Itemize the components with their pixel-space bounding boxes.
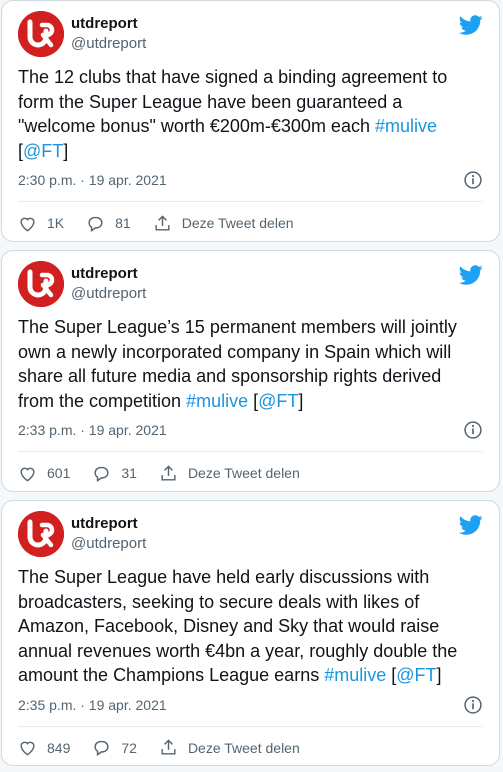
tweet-meta: 2:30 p.m. · 19 apr. 2021 bbox=[18, 169, 483, 191]
tweet-card[interactable]: utdreport @utdreport The Super League ha… bbox=[1, 500, 500, 766]
reply-count: 31 bbox=[121, 465, 137, 481]
heart-icon bbox=[20, 217, 35, 231]
reply-button[interactable]: 31 bbox=[92, 464, 137, 483]
avatar[interactable] bbox=[18, 511, 64, 557]
share-label: Deze Tweet delen bbox=[181, 215, 294, 231]
reply-icon bbox=[94, 740, 109, 756]
share-button[interactable]: Deze Tweet delen bbox=[153, 214, 294, 233]
avatar[interactable] bbox=[18, 261, 64, 307]
tweet-actions: 601 31 Deze Tweet delen bbox=[18, 462, 483, 484]
reply-button[interactable]: 81 bbox=[86, 214, 131, 233]
author-handle[interactable]: @utdreport bbox=[71, 534, 146, 554]
share-label: Deze Tweet delen bbox=[187, 739, 300, 756]
like-count: 601 bbox=[47, 465, 71, 481]
bracket-close: ] bbox=[63, 140, 69, 161]
bracket-open: [ bbox=[386, 665, 397, 685]
divider bbox=[18, 725, 483, 727]
hashtag-link[interactable]: #mulive bbox=[186, 391, 248, 411]
like-count: 849 bbox=[47, 739, 71, 756]
twitter-bird-icon[interactable] bbox=[459, 13, 483, 37]
mention-link[interactable]: @FT bbox=[23, 141, 63, 161]
hashtag-link[interactable]: #mulive bbox=[324, 665, 386, 685]
like-count: 1K bbox=[47, 215, 65, 231]
tweet-actions: 1K 81 Deze Tweet delen bbox=[18, 212, 483, 234]
twitter-bird-icon[interactable] bbox=[459, 263, 483, 287]
bracket-close: ] bbox=[436, 665, 442, 685]
divider bbox=[18, 451, 483, 452]
like-button[interactable]: 849 bbox=[18, 738, 70, 757]
info-icon[interactable] bbox=[463, 420, 483, 440]
mention-link[interactable]: @FT bbox=[258, 391, 298, 411]
utd-logo-icon bbox=[18, 261, 64, 307]
tweet-timestamp[interactable]: 2:30 p.m. · 19 apr. 2021 bbox=[18, 172, 167, 188]
reply-count: 81 bbox=[115, 215, 131, 231]
info-icon[interactable] bbox=[463, 695, 483, 715]
author-name[interactable]: utdreport bbox=[71, 264, 146, 284]
tweet-feed: utdreport @utdreport The 12 clubs that h… bbox=[0, 0, 503, 772]
tweet-header: utdreport @utdreport bbox=[2, 501, 499, 559]
bracket-close: ] bbox=[298, 390, 304, 411]
tweet-timestamp[interactable]: 2:33 p.m. · 19 apr. 2021 bbox=[18, 422, 167, 438]
heart-icon bbox=[20, 741, 35, 756]
tweet-actions: 849 72 Deze Tweet delen bbox=[18, 737, 483, 759]
share-icon bbox=[161, 739, 176, 755]
tweet-card[interactable]: utdreport @utdreport The Super League’s … bbox=[1, 250, 500, 492]
heart-icon bbox=[20, 467, 35, 481]
author-handle[interactable]: @utdreport bbox=[71, 284, 146, 304]
author-name[interactable]: utdreport bbox=[71, 14, 146, 34]
hashtag-link[interactable]: #mulive bbox=[375, 116, 437, 136]
reply-button[interactable]: 72 bbox=[92, 738, 137, 757]
tweet-card[interactable]: utdreport @utdreport The 12 clubs that h… bbox=[1, 0, 500, 242]
tweet-meta: 2:33 p.m. · 19 apr. 2021 bbox=[18, 419, 483, 441]
like-button[interactable]: 601 bbox=[18, 464, 70, 483]
tweet-header: utdreport @utdreport bbox=[2, 1, 499, 59]
tweet-text: The Super League have held early discuss… bbox=[18, 565, 481, 688]
share-icon bbox=[161, 464, 176, 481]
like-button[interactable]: 1K bbox=[18, 214, 64, 233]
mention-link[interactable]: @FT bbox=[396, 665, 436, 685]
reply-count: 72 bbox=[121, 739, 137, 756]
share-label: Deze Tweet delen bbox=[187, 465, 300, 481]
info-icon[interactable] bbox=[463, 170, 483, 190]
avatar[interactable] bbox=[18, 11, 64, 57]
tweet-header: utdreport @utdreport bbox=[2, 251, 499, 309]
tweet-text: The 12 clubs that have signed a binding … bbox=[18, 65, 481, 163]
divider bbox=[18, 201, 483, 202]
tweet-text: The Super League’s 15 permanent members … bbox=[18, 315, 481, 413]
tweet-meta: 2:35 p.m. · 19 apr. 2021 bbox=[18, 694, 483, 716]
author-handle[interactable]: @utdreport bbox=[71, 34, 146, 54]
share-button[interactable]: Deze Tweet delen bbox=[159, 464, 300, 483]
utd-logo-icon bbox=[18, 511, 64, 557]
twitter-bird-icon[interactable] bbox=[459, 513, 483, 537]
share-button[interactable]: Deze Tweet delen bbox=[159, 738, 300, 757]
author-name[interactable]: utdreport bbox=[71, 514, 146, 534]
reply-icon bbox=[88, 216, 103, 232]
utd-logo-icon bbox=[18, 11, 64, 57]
bracket-open: [ bbox=[248, 390, 259, 411]
reply-icon bbox=[94, 466, 109, 482]
tweet-timestamp[interactable]: 2:35 p.m. · 19 apr. 2021 bbox=[18, 697, 167, 713]
share-icon bbox=[155, 214, 170, 231]
